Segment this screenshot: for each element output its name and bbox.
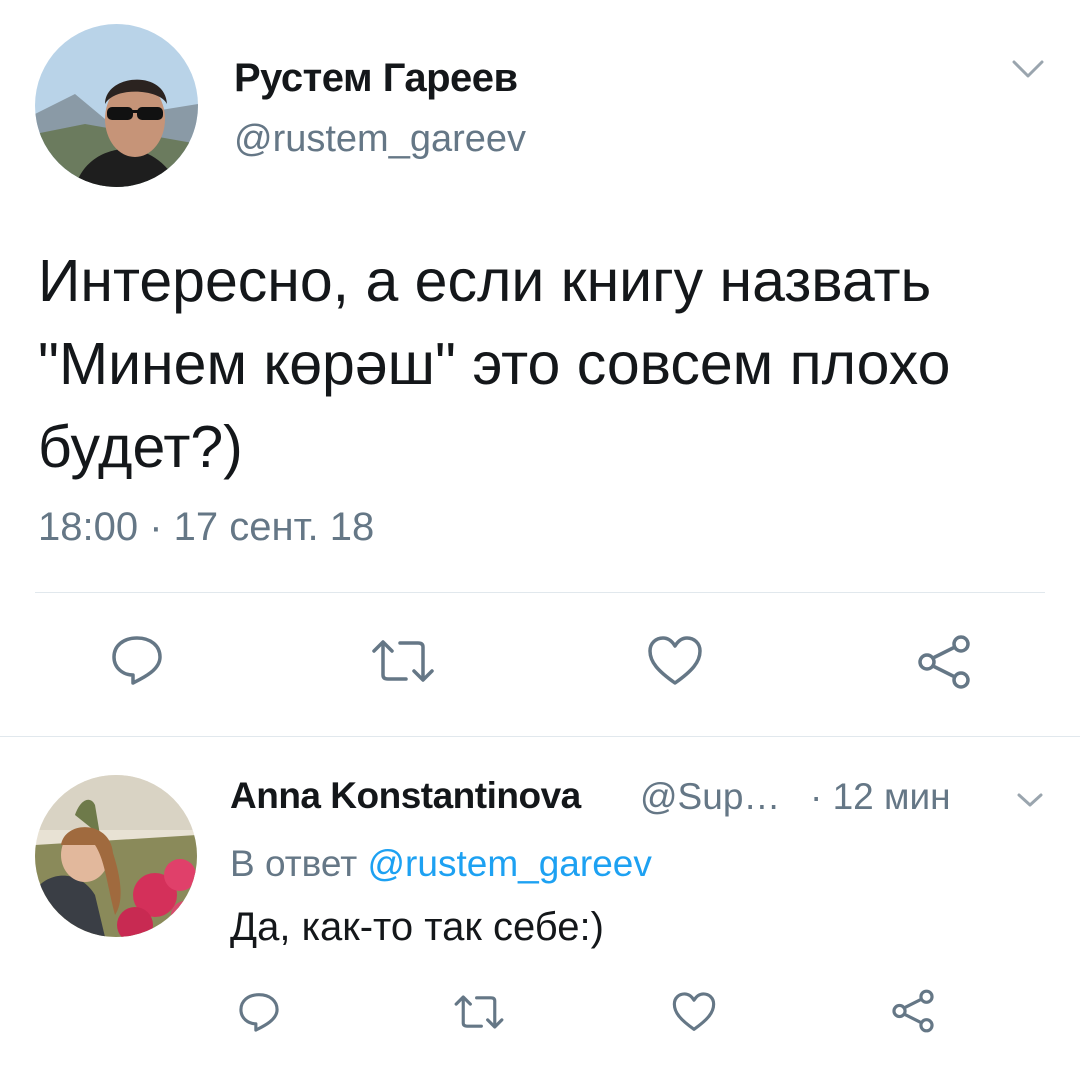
divider (0, 736, 1080, 737)
reply-icon[interactable] (237, 990, 281, 1034)
author-handle[interactable]: @rustem_gareev (234, 118, 526, 161)
heart-icon[interactable] (646, 633, 704, 689)
reply-time: · 12 мин (810, 776, 951, 817)
reply-icon[interactable] (109, 632, 165, 688)
reply-to-line: В ответ @rustem_gareev (230, 843, 652, 885)
reply-author-name[interactable]: Anna Konstantinova (230, 775, 581, 817)
reply-text: Да, как-то так себе:) (230, 905, 604, 949)
reply-to-handle-link[interactable]: @rustem_gareev (368, 843, 652, 884)
author-name[interactable]: Рустем Гареев (234, 56, 518, 101)
reply-author-handle[interactable]: @Sup… (640, 776, 780, 818)
tweet-timestamp: 18:00 · 17 сент. 18 (38, 505, 375, 549)
chevron-down-icon[interactable] (1006, 54, 1050, 84)
tweet-text: Интересно, а если книгу назвать "Минем к… (38, 248, 951, 480)
share-icon[interactable] (889, 988, 937, 1034)
reply-to-prefix: В ответ (230, 843, 358, 884)
heart-icon[interactable] (671, 990, 717, 1034)
retweet-icon[interactable] (370, 637, 436, 685)
share-icon[interactable] (914, 633, 974, 691)
reply-author-avatar[interactable] (35, 775, 197, 937)
chevron-down-icon[interactable] (1013, 788, 1047, 812)
divider (35, 592, 1045, 593)
retweet-icon[interactable] (453, 993, 505, 1031)
author-avatar[interactable] (35, 24, 198, 187)
